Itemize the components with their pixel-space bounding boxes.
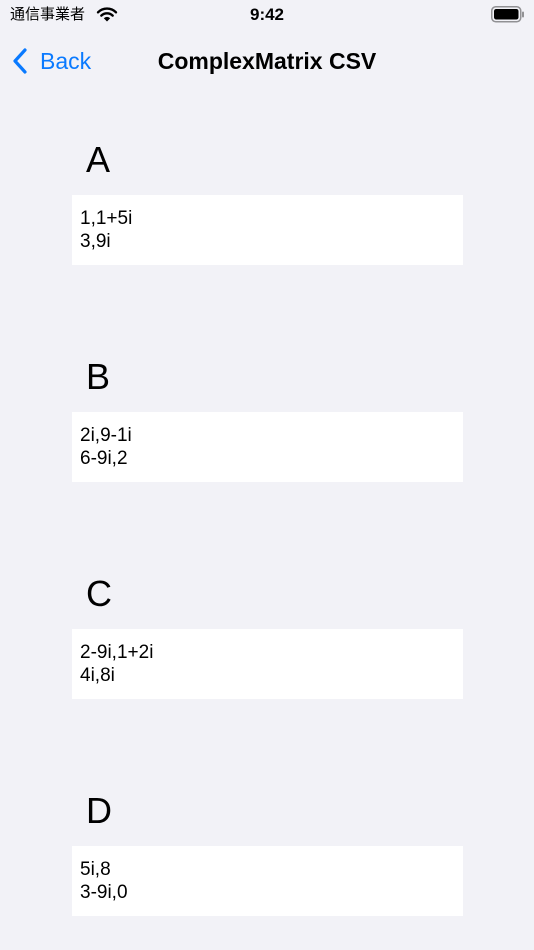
- matrix-label: C: [86, 573, 112, 614]
- navigation-bar: Back ComplexMatrix CSV: [0, 40, 534, 84]
- status-time: 9:42: [249, 5, 285, 24]
- matrix-csv-line: 1,1+5i: [80, 208, 133, 229]
- matrix-csv-field[interactable]: 2-9i,1+2i 4i,8i: [72, 629, 463, 699]
- matrix-csv-field[interactable]: 1,1+5i 3,9i: [72, 195, 463, 265]
- matrix-csv-line: 2i,9-1i: [80, 425, 132, 446]
- matrix-csv-field[interactable]: 5i,8 3-9i,0: [72, 846, 463, 916]
- status-bar: 通信事業者 9:42: [0, 0, 534, 30]
- matrix-csv-line: 3-9i,0: [80, 882, 128, 903]
- matrix-csv-field[interactable]: 2i,9-1i 6-9i,2: [72, 412, 463, 482]
- battery-icon: [491, 6, 524, 23]
- matrix-csv-line: 6-9i,2: [80, 448, 128, 469]
- matrix-label: A: [86, 139, 111, 180]
- matrix-csv-line: 4i,8i: [80, 665, 115, 686]
- matrix-label: D: [86, 790, 112, 831]
- matrix-csv-line: 3,9i: [80, 231, 111, 252]
- page-title: ComplexMatrix CSV: [157, 48, 377, 74]
- matrix-label: B: [86, 356, 111, 397]
- matrix-csv-line: 2-9i,1+2i: [80, 642, 154, 663]
- matrix-csv-line: 5i,8: [80, 859, 111, 880]
